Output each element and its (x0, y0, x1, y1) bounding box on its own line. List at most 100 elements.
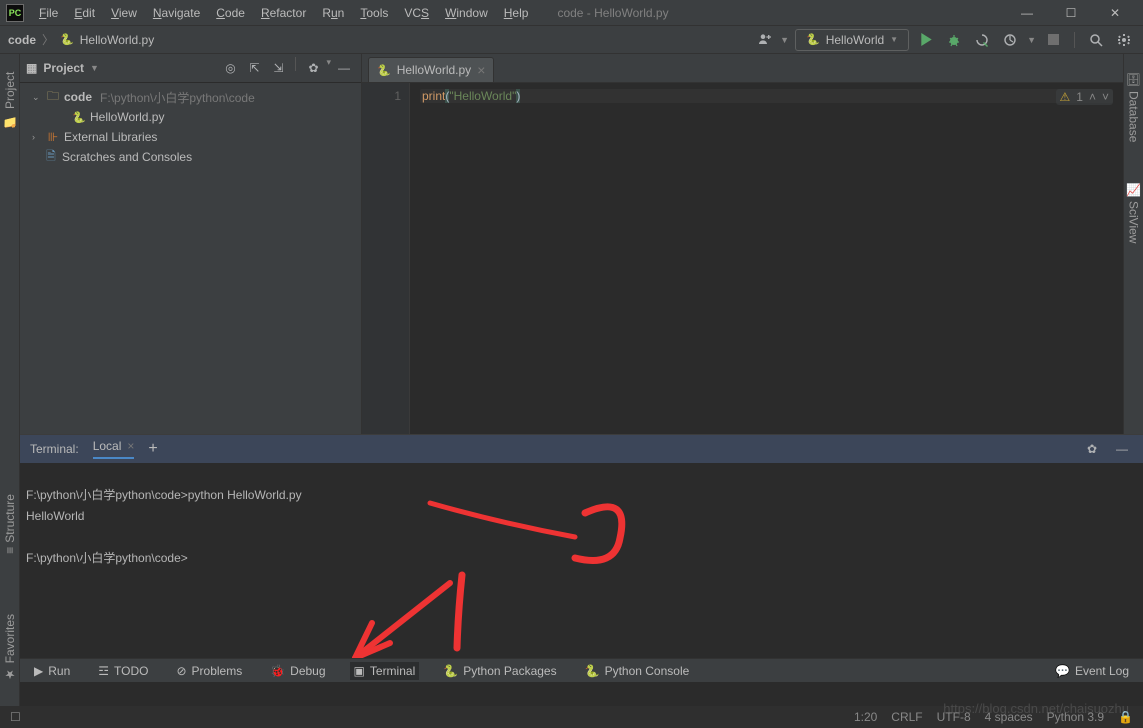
tree-scratches[interactable]: 🗎 Scratches and Consoles (20, 147, 361, 167)
status-eol[interactable]: CRLF (891, 710, 922, 724)
minimize-button[interactable]: — (1005, 0, 1049, 26)
menu-run[interactable]: Run (315, 3, 351, 23)
tab-label: HelloWorld.py (397, 63, 471, 77)
library-icon: ⊪ (46, 130, 60, 144)
status-cursor[interactable]: 1:20 (854, 710, 877, 724)
project-panel: ▦ Project ▼ ◎ ⇱ ⇲ ✿ ▾ — ⌄ 🗀 code F:\pyth… (20, 54, 362, 434)
tool-python-packages[interactable]: 🐍Python Packages (439, 662, 560, 680)
chevron-down-icon: ▼ (1027, 35, 1036, 45)
python-file-icon: 🐍 (72, 111, 86, 124)
status-encoding[interactable]: UTF-8 (937, 710, 971, 724)
menu-file[interactable]: File (32, 3, 65, 23)
menu-refactor[interactable]: Refactor (254, 3, 313, 23)
breadcrumb-root[interactable]: code (8, 33, 36, 47)
expand-arrow-icon[interactable]: ⌄ (32, 92, 42, 103)
problems-icon: ⊘ (176, 664, 186, 678)
gear-icon[interactable]: ✿ (1081, 438, 1103, 460)
menu-code[interactable]: Code (209, 3, 252, 23)
main-area: 📁Project ▦ Project ▼ ◎ ⇱ ⇲ ✿ ▾ — ⌄ (0, 54, 1143, 434)
warning-icon: ⚠ (1060, 90, 1071, 104)
hide-panel-icon[interactable]: — (333, 57, 355, 79)
hide-panel-icon[interactable]: — (1111, 438, 1133, 460)
tool-debug[interactable]: 🐞Debug (266, 662, 329, 680)
window-controls: — ☐ ✕ (1005, 0, 1137, 26)
menu-view[interactable]: View (104, 3, 144, 23)
tool-terminal[interactable]: ▣Terminal (350, 662, 420, 680)
menu-edit[interactable]: Edit (67, 3, 102, 23)
menu-help[interactable]: Help (497, 3, 536, 23)
stop-button[interactable] (1042, 29, 1064, 51)
balloon-icon: 💬 (1055, 664, 1070, 678)
maximize-button[interactable]: ☐ (1049, 0, 1093, 26)
chevron-down-icon[interactable]: ▼ (90, 63, 99, 73)
collapse-all-icon[interactable]: ⇲ (267, 57, 289, 79)
line-gutter: 1 (362, 83, 410, 434)
locate-icon[interactable]: ◎ (219, 57, 241, 79)
menu-vcs[interactable]: VCS (397, 3, 436, 23)
status-interpreter[interactable]: Python 3.9 (1047, 710, 1104, 724)
sidebar-tab-structure[interactable]: ≡Structure (3, 494, 17, 554)
run-config-label: HelloWorld (826, 33, 884, 47)
tree-root-path: F:\python\小白学python\code (100, 89, 255, 106)
tree-root-label: code (64, 90, 92, 104)
terminal-row: ≡Structure ★Favorites Terminal: Local× +… (0, 434, 1143, 706)
close-tab-icon[interactable]: × (127, 439, 134, 453)
editor-body[interactable]: 1 print("HelloWorld") ⚠ 1 ˄ ˅ (362, 83, 1123, 434)
gear-icon[interactable] (1113, 29, 1135, 51)
folder-icon: 🗀 (46, 87, 60, 108)
left-tool-strip-lower: ≡Structure ★Favorites (0, 434, 20, 706)
chevron-right-icon: 〉 (42, 31, 54, 48)
code-area[interactable]: print("HelloWorld") ⚠ 1 ˄ ˅ (410, 83, 1123, 434)
sidebar-tab-project[interactable]: 📁Project (3, 72, 17, 128)
up-arrow-icon[interactable]: ˄ (1089, 90, 1096, 104)
terminal-body[interactable]: F:\python\小白学python\code>python HelloWor… (20, 463, 1143, 658)
down-arrow-icon[interactable]: ˅ (1102, 90, 1109, 104)
terminal-tab-local[interactable]: Local× (93, 439, 135, 459)
profile-button[interactable] (999, 29, 1021, 51)
gear-icon[interactable]: ✿ (302, 57, 324, 79)
tree-root[interactable]: ⌄ 🗀 code F:\python\小白学python\code (20, 87, 361, 107)
add-user-icon[interactable] (752, 29, 774, 51)
expand-all-icon[interactable]: ⇱ (243, 57, 265, 79)
sidebar-tab-database[interactable]: 🗄Database (1127, 72, 1141, 143)
tool-python-console[interactable]: 🐍Python Console (581, 662, 694, 680)
right-tool-strip: 🗄Database 📈SciView (1123, 54, 1143, 434)
debug-button[interactable] (943, 29, 965, 51)
tree-file[interactable]: 🐍 HelloWorld.py (20, 107, 361, 127)
project-panel-title: Project (43, 61, 84, 75)
tool-todo[interactable]: ☲TODO (94, 662, 152, 680)
close-button[interactable]: ✕ (1093, 0, 1137, 26)
coverage-button[interactable] (971, 29, 993, 51)
tool-run[interactable]: ▶Run (30, 662, 74, 680)
sidebar-tab-favorites[interactable]: ★Favorites (3, 614, 17, 681)
menu-navigate[interactable]: Navigate (146, 3, 207, 23)
editor-inspection-widget[interactable]: ⚠ 1 ˄ ˅ (1056, 89, 1113, 105)
run-button[interactable] (915, 29, 937, 51)
menu-tools[interactable]: Tools (353, 3, 395, 23)
editor-tab[interactable]: 🐍 HelloWorld.py × (368, 57, 494, 82)
tree-file-label: HelloWorld.py (90, 110, 164, 124)
status-indent[interactable]: 4 spaces (985, 710, 1033, 724)
sidebar-tab-sciview[interactable]: 📈SciView (1127, 183, 1141, 244)
run-config-dropdown[interactable]: 🐍 HelloWorld ▼ (795, 29, 909, 51)
menu-window[interactable]: Window (438, 3, 495, 23)
close-tab-icon[interactable]: × (477, 62, 485, 78)
list-icon: ☲ (98, 664, 109, 678)
breadcrumb-file[interactable]: HelloWorld.py (80, 33, 154, 47)
lock-icon[interactable]: 🔒 (1118, 710, 1133, 724)
window-title: code - HelloWorld.py (557, 6, 668, 20)
editor-tabs: 🐍 HelloWorld.py × (362, 54, 1123, 83)
expand-arrow-icon[interactable]: › (32, 132, 42, 142)
python-icon: 🐍 (806, 33, 820, 46)
status-icon[interactable]: ☐ (10, 710, 21, 724)
search-icon[interactable] (1085, 29, 1107, 51)
chevron-down-icon: ▼ (890, 35, 898, 44)
tool-problems[interactable]: ⊘Problems (172, 662, 246, 680)
pycharm-logo-icon: PC (6, 4, 24, 22)
event-log[interactable]: 💬Event Log (1051, 662, 1133, 680)
tree-external-libs[interactable]: › ⊪ External Libraries (20, 127, 361, 147)
python-file-icon: 🐍 (60, 33, 74, 46)
console-icon: 🐍 (585, 664, 600, 678)
left-tool-strip: 📁Project (0, 54, 20, 434)
new-terminal-button[interactable]: + (148, 440, 157, 458)
